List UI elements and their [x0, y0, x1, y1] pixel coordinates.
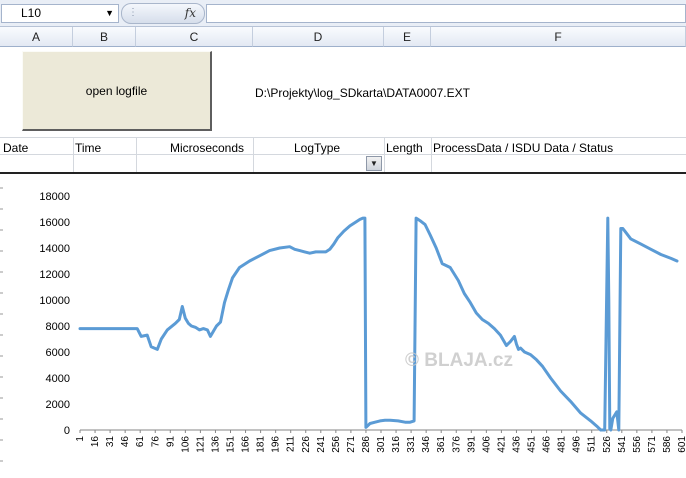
column-header-e[interactable]: E: [384, 27, 431, 47]
column-header-b[interactable]: B: [73, 27, 136, 47]
file-path: D:\Projekty\log_SDkarta\DATA0007.EXT: [255, 86, 470, 100]
x-tick-label: 601: [677, 436, 686, 453]
x-tick-label: 121: [195, 436, 206, 453]
x-tick-label: 301: [376, 436, 387, 453]
x-tick-label: 451: [527, 436, 538, 453]
column-header-d[interactable]: D: [253, 27, 384, 47]
x-tick-label: 421: [496, 436, 507, 453]
column-header-f[interactable]: F: [431, 27, 686, 47]
y-tick-label: 16000: [39, 217, 70, 229]
header-logtype: LogType: [294, 141, 341, 155]
y-tick-label: 18000: [39, 191, 70, 203]
header-date: Date: [3, 141, 29, 155]
header-time: Time: [75, 141, 102, 155]
open-logfile-button[interactable]: open logfile: [22, 51, 212, 131]
header-length: Length: [386, 141, 423, 155]
x-tick-label: 286: [361, 436, 372, 453]
x-tick-label: 91: [165, 436, 176, 448]
y-tick-label: 6000: [46, 347, 70, 359]
x-tick-label: 256: [331, 436, 342, 453]
column-header-c[interactable]: C: [136, 27, 253, 47]
x-tick-label: 331: [406, 436, 417, 453]
x-tick-label: 271: [346, 436, 357, 453]
y-tick-label: 12000: [39, 269, 70, 281]
y-tick-label: 2000: [46, 399, 70, 411]
series-line: [78, 216, 679, 432]
x-tick-label: 1: [75, 436, 86, 442]
name-box-value: L10: [21, 6, 42, 20]
x-tick-label: 136: [210, 436, 221, 453]
x-tick-label: 106: [180, 436, 191, 453]
x-tick-label: 226: [301, 436, 312, 453]
header-processdata: ProcessData / ISDU Data / Status: [433, 141, 614, 155]
x-tick-label: 76: [150, 436, 161, 448]
x-tick-label: 481: [557, 436, 568, 453]
x-tick-label: 541: [617, 436, 628, 453]
x-tick-label: 496: [572, 436, 583, 453]
x-tick-label: 361: [436, 436, 447, 453]
y-tick-label: 8000: [46, 321, 70, 333]
function-pill[interactable]: ⋮ fx: [121, 3, 205, 24]
y-tick-label: 10000: [39, 295, 70, 307]
x-tick-label: 511: [587, 436, 598, 452]
filter-dropdown-icon[interactable]: ▼: [366, 156, 382, 171]
x-tick-label: 61: [135, 436, 146, 448]
x-tick-label: 346: [421, 436, 432, 453]
x-tick-label: 151: [226, 436, 237, 453]
x-tick-label: 556: [632, 436, 643, 453]
x-tick-label: 211: [286, 436, 297, 452]
y-tick-label: 14000: [39, 243, 70, 255]
x-tick-label: 196: [271, 436, 282, 453]
grip-dots-icon: ⋮: [128, 7, 138, 18]
x-tick-label: 436: [511, 436, 522, 453]
line-chart: 0 2000 4000 6000 8000 10000 12000 14000 16000 180…: [0, 187, 686, 462]
x-tick-label: 466: [542, 436, 553, 453]
formula-bar: L10 ▼ ⋮ fx: [0, 0, 686, 27]
x-tick-label: 406: [481, 436, 492, 453]
chevron-down-icon[interactable]: ▼: [105, 5, 114, 22]
x-tick-label: 166: [241, 436, 252, 453]
x-tick-label: 181: [256, 436, 267, 453]
header-microseconds: Microseconds: [170, 141, 245, 155]
column-header-a[interactable]: A: [0, 27, 73, 47]
formula-input[interactable]: [206, 4, 686, 23]
watermark: © BLAJA.cz: [405, 350, 513, 371]
y-tick-label: 0: [64, 425, 70, 437]
x-tick-label: 46: [120, 436, 131, 448]
name-box[interactable]: L10 ▼: [1, 4, 119, 23]
x-tick-label: 241: [316, 436, 327, 453]
y-tick-label: 4000: [46, 373, 70, 385]
x-tick-label: 391: [466, 436, 477, 453]
x-tick-label: 586: [662, 436, 673, 453]
x-tick-label: 571: [647, 436, 658, 453]
x-tick-label: 16: [90, 436, 101, 448]
header-divider: [0, 172, 686, 174]
x-tick-label: 526: [602, 436, 613, 453]
insert-function-icon[interactable]: fx: [185, 6, 196, 20]
x-tick-label: 316: [391, 436, 402, 453]
x-tick-label: 376: [451, 436, 462, 453]
x-tick-label: 31: [105, 436, 116, 448]
